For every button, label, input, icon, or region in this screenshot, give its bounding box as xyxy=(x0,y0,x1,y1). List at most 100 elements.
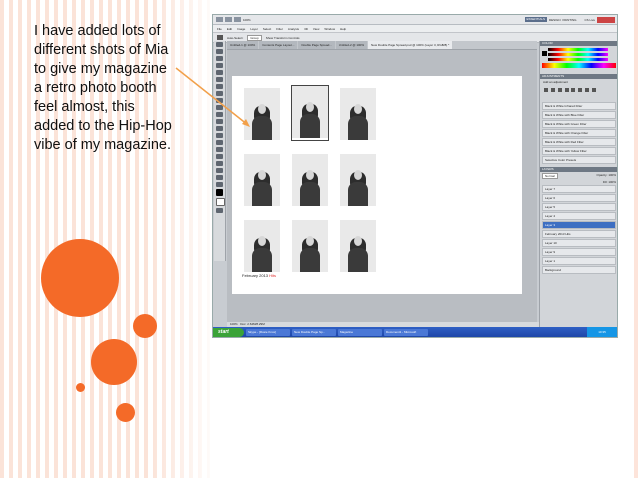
taskbar-item[interactable]: New Double Page Sp... xyxy=(292,328,336,336)
layer-row[interactable]: Layer 4 xyxy=(542,212,616,220)
menu-analysis[interactable]: Analysis xyxy=(288,27,299,31)
dodge-tool-icon[interactable] xyxy=(216,133,223,138)
photo-mia[interactable] xyxy=(244,154,280,206)
color-slider-b[interactable] xyxy=(548,58,608,61)
layer-row[interactable]: Layer 6 xyxy=(542,194,616,202)
color-balance-icon[interactable] xyxy=(585,88,590,92)
path-select-icon[interactable] xyxy=(216,154,223,159)
auto-select-checkbox[interactable]: Auto-Select: xyxy=(227,36,243,40)
menu-file[interactable]: File xyxy=(217,27,222,31)
move-tool-icon[interactable] xyxy=(217,35,223,40)
menu-image[interactable]: Image xyxy=(237,27,245,31)
healing-tool-icon[interactable] xyxy=(216,84,223,89)
color-slider-g[interactable] xyxy=(548,53,608,56)
auto-select-dropdown[interactable]: Group xyxy=(247,34,262,41)
bridge-icon[interactable] xyxy=(225,17,232,22)
brightness-icon[interactable] xyxy=(544,88,548,92)
preset-item[interactable]: Black & White with Blue Filter xyxy=(542,111,616,119)
marquee-tool-icon[interactable] xyxy=(216,49,223,54)
document-canvas[interactable]: February 2013 Hits xyxy=(232,76,522,294)
hand-tool-icon[interactable] xyxy=(216,175,223,180)
layer-row[interactable]: Background xyxy=(542,266,616,274)
menu-edit[interactable]: Edit xyxy=(227,27,232,31)
doc-tab[interactable]: Double Page Spread... xyxy=(298,41,335,49)
color-spectrum[interactable] xyxy=(542,63,616,68)
layer-row[interactable]: Layer 1 xyxy=(542,257,616,265)
quick-mask-icon[interactable] xyxy=(216,208,223,213)
preset-item[interactable]: Black & White with Yellow Filter xyxy=(542,147,616,155)
taskbar-item[interactable]: Skype - [Rosie Knox] xyxy=(246,328,290,336)
canvas-area[interactable]: February 2013 Hits xyxy=(227,50,537,322)
start-button[interactable]: start xyxy=(213,327,244,337)
menu-layer[interactable]: Layer xyxy=(250,27,258,31)
doc-tab[interactable]: Untitled-2 @ 100% xyxy=(335,41,368,49)
fg-color-swatch[interactable] xyxy=(542,51,547,56)
minibridge-icon[interactable] xyxy=(234,17,241,22)
photo-mia[interactable] xyxy=(292,154,328,206)
pen-tool-icon[interactable] xyxy=(216,140,223,145)
taskbar-item[interactable]: Magazine xyxy=(338,328,382,336)
black-white-icon[interactable] xyxy=(591,88,596,92)
brush-tool-icon[interactable] xyxy=(216,91,223,96)
eyedropper-tool-icon[interactable] xyxy=(216,77,223,82)
preset-item[interactable]: Black & White with Green Filter xyxy=(542,120,616,128)
photo-mia[interactable] xyxy=(292,220,328,272)
photo-mia[interactable] xyxy=(244,220,280,272)
photo-mia[interactable] xyxy=(340,220,376,272)
window-controls[interactable] xyxy=(597,16,615,23)
menu-3d[interactable]: 3D xyxy=(304,27,308,31)
workspace-design[interactable]: DESIGN xyxy=(549,18,561,22)
photo-mia[interactable] xyxy=(340,88,376,140)
preset-item[interactable]: Black & White Infrared Filter xyxy=(542,102,616,110)
layer-row[interactable]: Layer 9 xyxy=(542,248,616,256)
preset-item[interactable]: Black & White with Orange Filter xyxy=(542,129,616,137)
preset-item[interactable]: Selective Color Presets xyxy=(542,156,616,164)
zoom-tool-icon[interactable] xyxy=(216,182,223,187)
move-tool-icon[interactable] xyxy=(216,42,223,47)
lasso-tool-icon[interactable] xyxy=(216,56,223,61)
crop-tool-icon[interactable] xyxy=(216,70,223,75)
workspace-painting[interactable]: PAINTING xyxy=(563,18,577,22)
menu-help[interactable]: Help xyxy=(340,27,346,31)
fill-field[interactable]: Fill: 100% xyxy=(540,180,617,184)
show-transform-checkbox[interactable]: Show Transform Controls xyxy=(266,36,300,40)
3d-tool-icon[interactable] xyxy=(216,168,223,173)
layer-row[interactable]: Layer 7 xyxy=(542,185,616,193)
background-color-swatch[interactable] xyxy=(216,198,225,206)
blur-tool-icon[interactable] xyxy=(216,126,223,131)
eraser-tool-icon[interactable] xyxy=(216,112,223,117)
opacity-field[interactable]: Opacity: 100% xyxy=(596,173,616,179)
gradient-tool-icon[interactable] xyxy=(216,119,223,124)
menu-view[interactable]: View xyxy=(313,27,319,31)
layer-row[interactable]: Layer 10 xyxy=(542,239,616,247)
photo-mia[interactable] xyxy=(244,88,280,140)
doc-tab[interactable]: Untitled-1 @ 100% xyxy=(227,41,259,49)
photo-mia[interactable] xyxy=(340,154,376,206)
foreground-color-swatch[interactable] xyxy=(216,189,223,196)
vibrance-icon[interactable] xyxy=(571,88,576,92)
history-brush-icon[interactable] xyxy=(216,105,223,110)
status-zoom[interactable]: 100% xyxy=(230,322,238,326)
workspace-essentials-button[interactable]: ESSENTIALS xyxy=(524,17,548,22)
preset-item[interactable]: Black & White with Red Filter xyxy=(542,138,616,146)
menu-select[interactable]: Select xyxy=(263,27,271,31)
menu-filter[interactable]: Filter xyxy=(276,27,283,31)
color-panel-header[interactable]: COLOR xyxy=(540,41,617,46)
menu-window[interactable]: Window xyxy=(324,27,335,31)
color-slider-r[interactable] xyxy=(548,48,608,51)
layer-row[interactable]: Layer 5 xyxy=(542,203,616,211)
system-tray-clock[interactable]: 10:35 xyxy=(587,327,617,337)
quick-select-tool-icon[interactable] xyxy=(216,63,223,68)
exposure-icon[interactable] xyxy=(564,88,569,92)
taskbar-item[interactable]: Document1 - Microsoft xyxy=(384,328,428,336)
levels-icon[interactable] xyxy=(550,88,555,92)
hue-sat-icon[interactable] xyxy=(578,88,583,92)
curves-icon[interactable] xyxy=(557,88,562,92)
type-tool-icon[interactable] xyxy=(216,147,223,152)
doc-tab[interactable]: Contents Page Layout... xyxy=(259,41,298,49)
stamp-tool-icon[interactable] xyxy=(216,98,223,103)
doc-tab-active[interactable]: New Double Page Spread.psd @ 100% (Layer… xyxy=(368,41,453,49)
layer-row-selected[interactable]: Layer 3 xyxy=(542,221,616,229)
blend-mode-select[interactable]: Normal xyxy=(542,173,558,179)
zoom-level[interactable]: 100% xyxy=(243,18,251,22)
